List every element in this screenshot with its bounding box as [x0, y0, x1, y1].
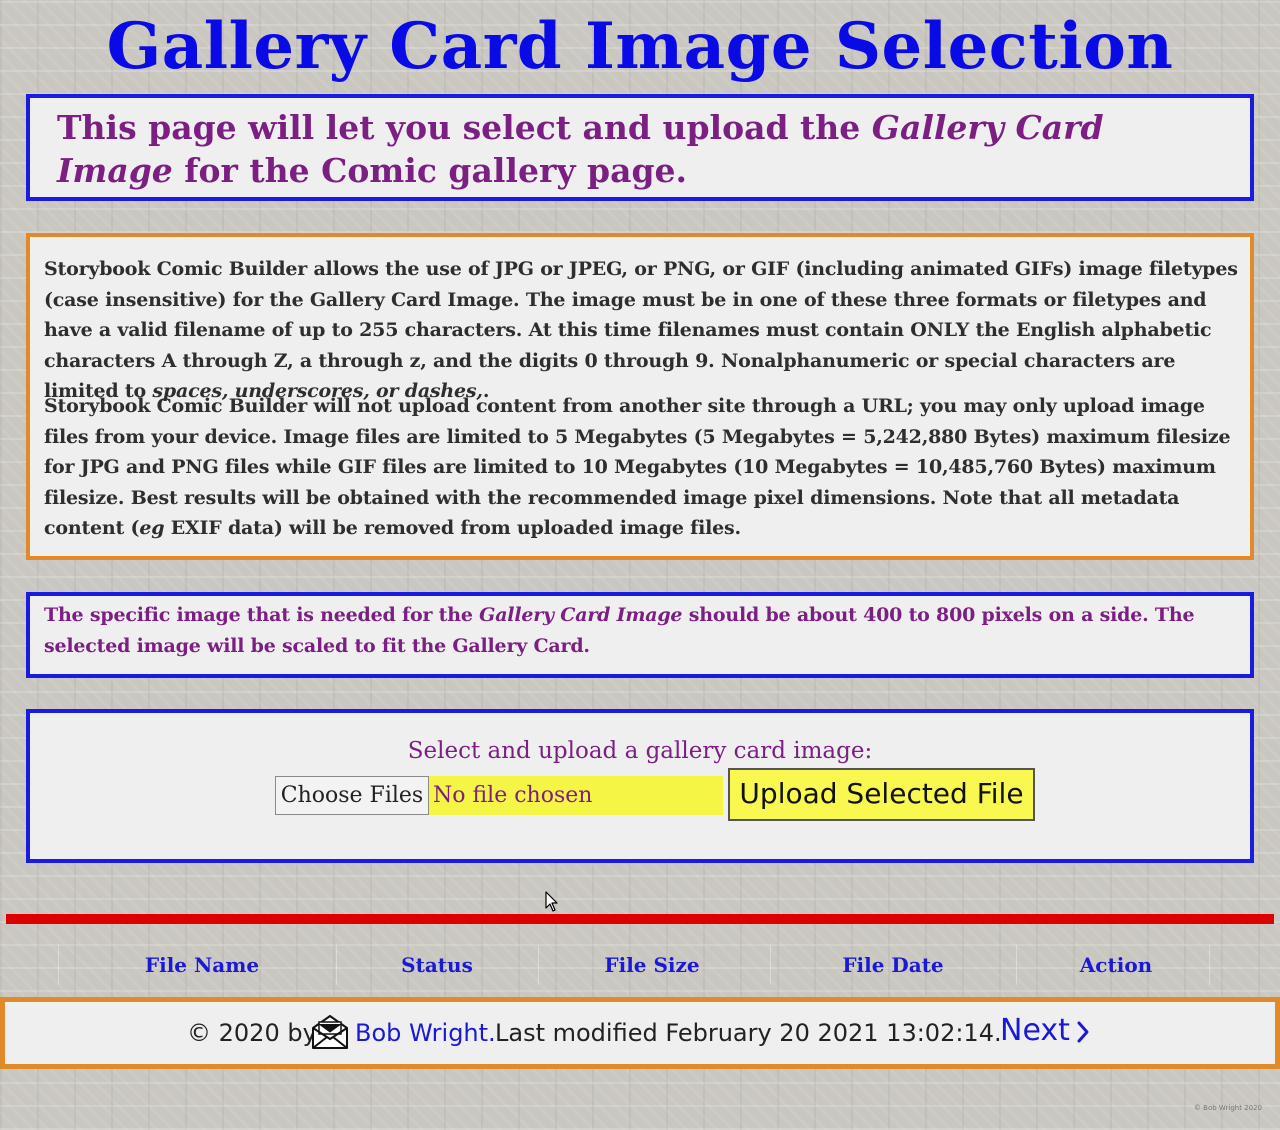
file-table-header: File Name Status File Size File Date Act… [58, 945, 1210, 985]
footer-copyright: © 2020 by [187, 1019, 317, 1047]
intro-text-before: This page will let you select and upload… [57, 108, 872, 147]
spec-text-emphasis: Gallery Card Image [479, 604, 683, 626]
info-panel: Storybook Comic Builder allows the use o… [26, 233, 1254, 560]
info-paragraph-formats: Storybook Comic Builder allows the use o… [44, 254, 1244, 407]
chevron-right-icon [1077, 1021, 1089, 1042]
upload-selected-file-button[interactable]: Upload Selected File [728, 768, 1035, 821]
spec-text-before: The specific image that is needed for th… [44, 604, 480, 626]
intro-text-after: for the Comic gallery page. [172, 151, 688, 190]
last-modified-text: Last modified February 20 2021 13:02:14. [495, 1019, 1002, 1047]
column-header-action: Action [1079, 953, 1153, 977]
footer: © 2020 by Bob Wright. Last modified Febr… [0, 997, 1280, 1069]
envelope-icon[interactable] [310, 1012, 350, 1052]
next-link[interactable]: Next [1000, 1009, 1090, 1053]
upload-panel: Select and upload a gallery card image: … [26, 709, 1254, 863]
column-header-file-date: File Date [842, 953, 944, 977]
intro-text: This page will let you select and upload… [57, 106, 1230, 192]
author-link[interactable]: Bob Wright. [355, 1013, 496, 1053]
info-p2-emphasis: eg [139, 517, 165, 539]
mouse-pointer-icon [545, 891, 558, 912]
spec-text: The specific image that is needed for th… [44, 600, 1242, 661]
next-label: Next [1000, 1013, 1070, 1048]
intro-panel: This page will let you select and upload… [26, 94, 1254, 201]
info-p2-end: EXIF data) will be removed from uploaded… [164, 517, 741, 539]
column-header-file-size: File Size [604, 953, 700, 977]
column-header-file-name: File Name [144, 953, 260, 977]
choose-files-button[interactable]: Choose Files [275, 776, 429, 815]
page-title: Gallery Card Image Selection [106, 9, 1174, 84]
corner-watermark: © Bob Wright 2020 [1193, 1104, 1262, 1112]
upload-label: Select and upload a gallery card image: [407, 738, 873, 764]
spec-panel: The specific image that is needed for th… [26, 592, 1254, 678]
column-header-status: Status [401, 953, 473, 977]
section-divider [6, 914, 1274, 924]
file-status-field[interactable]: No file chosen [429, 776, 723, 815]
info-paragraph-limits: Storybook Comic Builder will not upload … [44, 391, 1244, 544]
